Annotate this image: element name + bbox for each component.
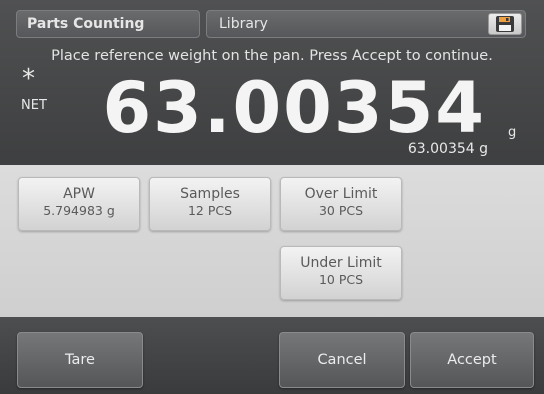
apw-button[interactable]: APW 5.794983 g <box>18 177 140 231</box>
over-limit-value: 30 PCS <box>318 203 364 218</box>
accept-button[interactable]: Accept <box>410 332 534 388</box>
apw-label: APW <box>63 186 95 202</box>
cancel-button[interactable]: Cancel <box>279 332 405 388</box>
application-mode-button[interactable]: Parts Counting <box>16 10 200 38</box>
instruction-prompt: Place reference weight on the pan. Press… <box>51 48 493 64</box>
over-limit-label: Over Limit <box>304 186 378 202</box>
samples-button[interactable]: Samples 12 PCS <box>149 177 271 231</box>
application-mode-label: Parts Counting <box>27 16 145 32</box>
samples-label: Samples <box>180 186 240 202</box>
samples-value: 12 PCS <box>187 203 233 218</box>
library-button[interactable]: Library <box>206 10 526 38</box>
secondary-weight: 63.00354 g <box>407 141 488 157</box>
under-limit-label: Under Limit <box>300 255 382 271</box>
parameter-panel: APW 5.794983 g Samples 12 PCS Over Limit… <box>0 165 544 317</box>
weight-unit: g <box>508 125 517 140</box>
over-limit-button[interactable]: Over Limit 30 PCS <box>280 177 402 231</box>
weight-value: 63.00354 <box>102 67 486 149</box>
net-label: NET <box>21 98 47 113</box>
action-bar: Tare Cancel Accept <box>0 317 544 394</box>
library-label: Library <box>219 16 268 32</box>
save-button[interactable] <box>488 13 522 35</box>
under-limit-button[interactable]: Under Limit 10 PCS <box>280 246 402 300</box>
weight-display: Parts Counting Library Place reference w… <box>0 0 544 165</box>
under-limit-value: 10 PCS <box>318 272 364 287</box>
floppy-disk-icon <box>496 16 514 32</box>
stability-indicator: * <box>22 64 35 94</box>
apw-value: 5.794983 g <box>43 203 115 218</box>
tare-button[interactable]: Tare <box>17 332 143 388</box>
